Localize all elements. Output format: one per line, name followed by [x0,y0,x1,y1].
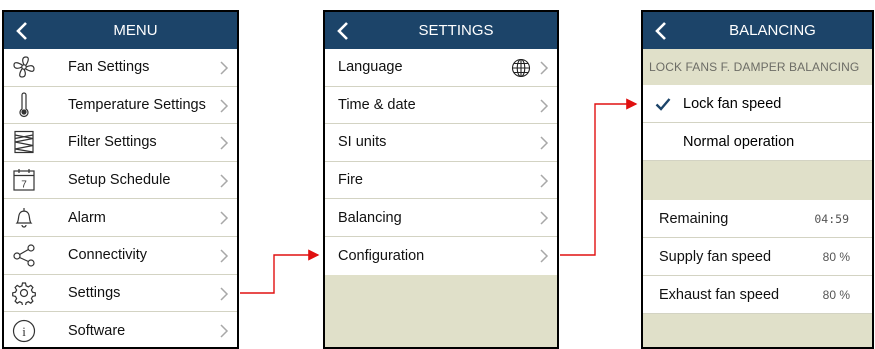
connector-arrow [560,98,638,256]
flow-connectors [240,98,638,294]
connector-arrow [240,249,320,294]
